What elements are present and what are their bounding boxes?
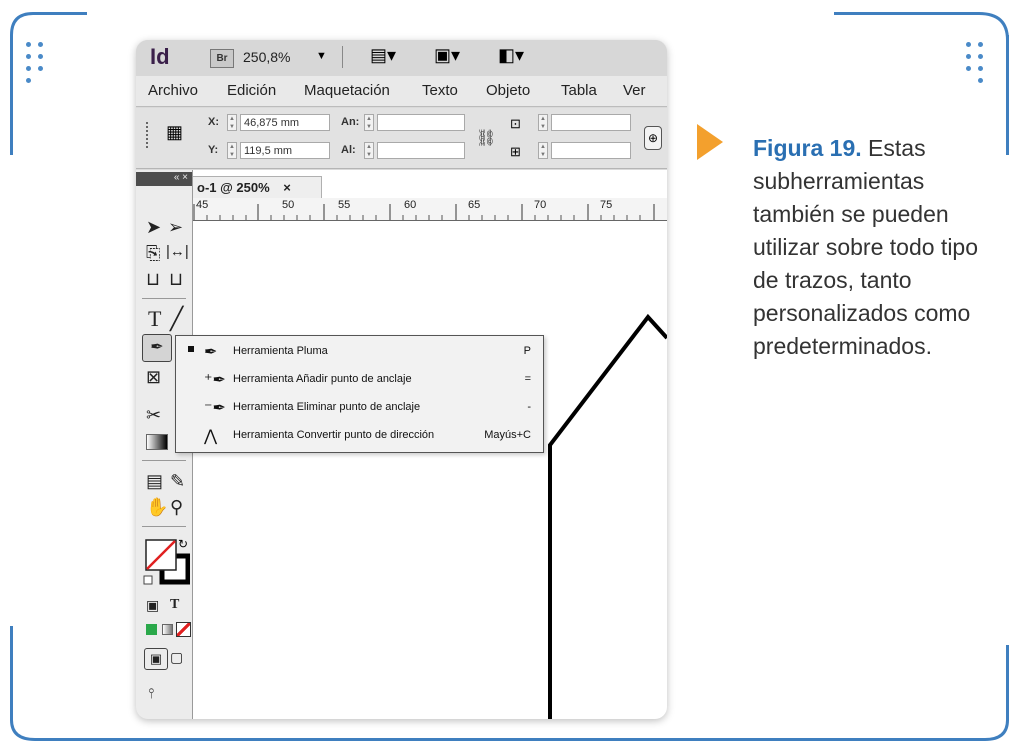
tools-panel-header[interactable]: « ×	[136, 172, 192, 186]
scale-x-icon: ⊡	[510, 116, 521, 131]
x-stepper[interactable]: ▲ ▼	[227, 114, 237, 131]
zoom-dropdown-icon[interactable]: ▼	[316, 50, 327, 62]
flyout-shortcut: Mayús+C	[484, 429, 531, 441]
line-tool-icon[interactable]: ╱	[170, 308, 183, 330]
scale-y-stepper[interactable]: ▲ ▼	[538, 142, 548, 159]
formatting-affects-text-icon[interactable]: T	[170, 598, 179, 612]
document-tab[interactable]: o-1 @ 250% ×	[192, 176, 322, 198]
height-stepper[interactable]: ▲ ▼	[364, 142, 374, 159]
flyout-item-add-anchor[interactable]: ⁺✒ Herramienta Añadir punto de anclaje =	[176, 366, 543, 392]
apply-none-icon[interactable]	[176, 622, 191, 637]
page-tool-icon[interactable]: ⎘	[146, 244, 160, 262]
gradient-tool-icon[interactable]	[146, 434, 168, 450]
menu-texto[interactable]: Texto	[422, 82, 458, 99]
add-anchor-pen-icon: ⁺✒	[204, 372, 226, 389]
arrange-documents-icon[interactable]: ◧▾	[498, 45, 524, 66]
svg-text:↻: ↻	[178, 537, 188, 551]
direct-selection-tool-icon[interactable]: ➢	[168, 218, 183, 236]
separator	[342, 46, 343, 68]
content-placer-icon[interactable]: ⊔	[169, 270, 183, 288]
menu-archivo[interactable]: Archivo	[148, 82, 198, 99]
reference-point-icon[interactable]: ▦	[166, 122, 183, 143]
scale-y-icon: ⊞	[510, 144, 521, 159]
tab-close-icon[interactable]: ×	[283, 180, 291, 195]
width-stepper[interactable]: ▲ ▼	[364, 114, 374, 131]
flyout-shortcut: =	[524, 373, 531, 385]
normal-view-mode-icon[interactable]: ▣	[144, 648, 168, 670]
caption-text: Estas subherramientas también se pueden …	[753, 135, 979, 359]
flyout-label: Herramienta Eliminar punto de anclaje	[233, 401, 421, 413]
control-panel: ▦ X: ▲ ▼ 46,875 mm Y: ▲ ▼ 119,5 mm An: ▲ ▼ …	[136, 108, 667, 169]
fill-stroke-swatch[interactable]: ↻	[140, 534, 190, 590]
scale-x-field[interactable]	[551, 114, 631, 131]
panel-grip[interactable]	[146, 122, 151, 148]
scale-y-field[interactable]	[551, 142, 631, 159]
gap-tool-icon[interactable]: |↔|	[166, 244, 189, 259]
menu-objeto[interactable]: Objeto	[486, 82, 530, 99]
horizontal-ruler[interactable]: 45 50 55 60 65 70 75	[192, 198, 667, 221]
view-options-icon[interactable]: ▣▾	[434, 45, 460, 66]
type-tool-icon[interactable]: T	[148, 308, 161, 330]
toolbox-divider	[142, 526, 186, 527]
screen-mode-icon[interactable]: ▤▾	[370, 45, 396, 66]
menu-edicion[interactable]: Edición	[227, 82, 276, 99]
formatting-affects-container-icon[interactable]: ▣	[146, 598, 159, 612]
menu-ver[interactable]: Ver	[623, 82, 646, 99]
flyout-label: Herramienta Pluma	[233, 345, 328, 357]
selection-tool-icon[interactable]: ➤	[146, 218, 161, 236]
menu-maquetacion[interactable]: Maquetación	[304, 82, 390, 99]
link-icon[interactable]: ⊕	[644, 126, 662, 150]
delete-anchor-pen-icon: ⁻✒	[204, 400, 226, 417]
toolbox-more-icon: ⫯	[148, 685, 155, 701]
pen-icon: ✒	[204, 344, 218, 361]
note-tool-icon[interactable]: ▤	[146, 472, 163, 490]
zoom-tool-icon[interactable]: ⚲	[170, 498, 183, 516]
bridge-button[interactable]: Br	[210, 49, 234, 68]
width-label: An:	[341, 116, 360, 128]
pen-tool-flyout: ✒ Herramienta Pluma P ⁺✒ Herramienta Aña…	[175, 335, 544, 453]
zoom-level[interactable]: 250,8%	[243, 49, 290, 65]
apply-color-icon[interactable]	[146, 624, 157, 635]
flyout-label: Herramienta Convertir punto de dirección	[233, 429, 435, 441]
flyout-item-pen[interactable]: ✒ Herramienta Pluma P	[176, 338, 543, 364]
y-field[interactable]: 119,5 mm	[240, 142, 330, 159]
hand-tool-icon[interactable]: ✋	[146, 498, 168, 516]
y-stepper[interactable]: ▲ ▼	[227, 142, 237, 159]
toolbox-divider	[142, 298, 186, 299]
y-label: Y:	[208, 144, 219, 156]
flyout-item-convert-point[interactable]: ⋀ Herramienta Convertir punto de direcci…	[176, 422, 543, 448]
content-collector-icon[interactable]: ⊔	[146, 270, 160, 288]
toolbox-divider	[142, 460, 186, 461]
x-label: X:	[208, 116, 219, 128]
indesign-logo: Id	[150, 44, 170, 69]
pen-tool-icon[interactable]: ✒	[142, 334, 172, 362]
flyout-shortcut: P	[523, 345, 531, 357]
flyout-label: Herramienta Añadir punto de anclaje	[233, 373, 412, 385]
flyout-item-delete-anchor[interactable]: ⁻✒ Herramienta Eliminar punto de anclaje…	[176, 394, 543, 420]
scale-x-stepper[interactable]: ▲ ▼	[538, 114, 548, 131]
convert-point-icon: ⋀	[204, 428, 218, 445]
flyout-shortcut: -	[527, 401, 531, 413]
height-field[interactable]	[377, 142, 465, 159]
scissors-tool-icon[interactable]: ✂	[146, 406, 161, 424]
constrain-proportions-icon[interactable]: ⛓	[476, 128, 496, 148]
figure-number: Figura 19.	[753, 135, 862, 161]
eyedropper-tool-icon[interactable]: ✎	[170, 472, 185, 490]
application-bar: Id Br 250,8% ▼ ▤▾ ▣▾ ◧▾	[136, 40, 667, 76]
rectangle-frame-tool-icon[interactable]: ⊠	[146, 368, 161, 386]
x-field[interactable]: 46,875 mm	[240, 114, 330, 131]
selected-bullet	[188, 346, 194, 352]
menu-tabla[interactable]: Tabla	[561, 82, 597, 99]
ruler-ticks	[193, 204, 655, 220]
preview-mode-icon[interactable]: ▢	[170, 650, 183, 664]
width-field[interactable]	[377, 114, 465, 131]
figure-caption: Figura 19. Estas subherramientas también…	[753, 132, 983, 363]
collapse-close-icon[interactable]: « ×	[174, 172, 188, 183]
caption-arrow-icon	[697, 124, 723, 160]
height-label: Al:	[341, 144, 356, 156]
document-tab-title: o-1 @ 250%	[197, 180, 270, 195]
apply-gradient-icon[interactable]	[162, 624, 173, 635]
